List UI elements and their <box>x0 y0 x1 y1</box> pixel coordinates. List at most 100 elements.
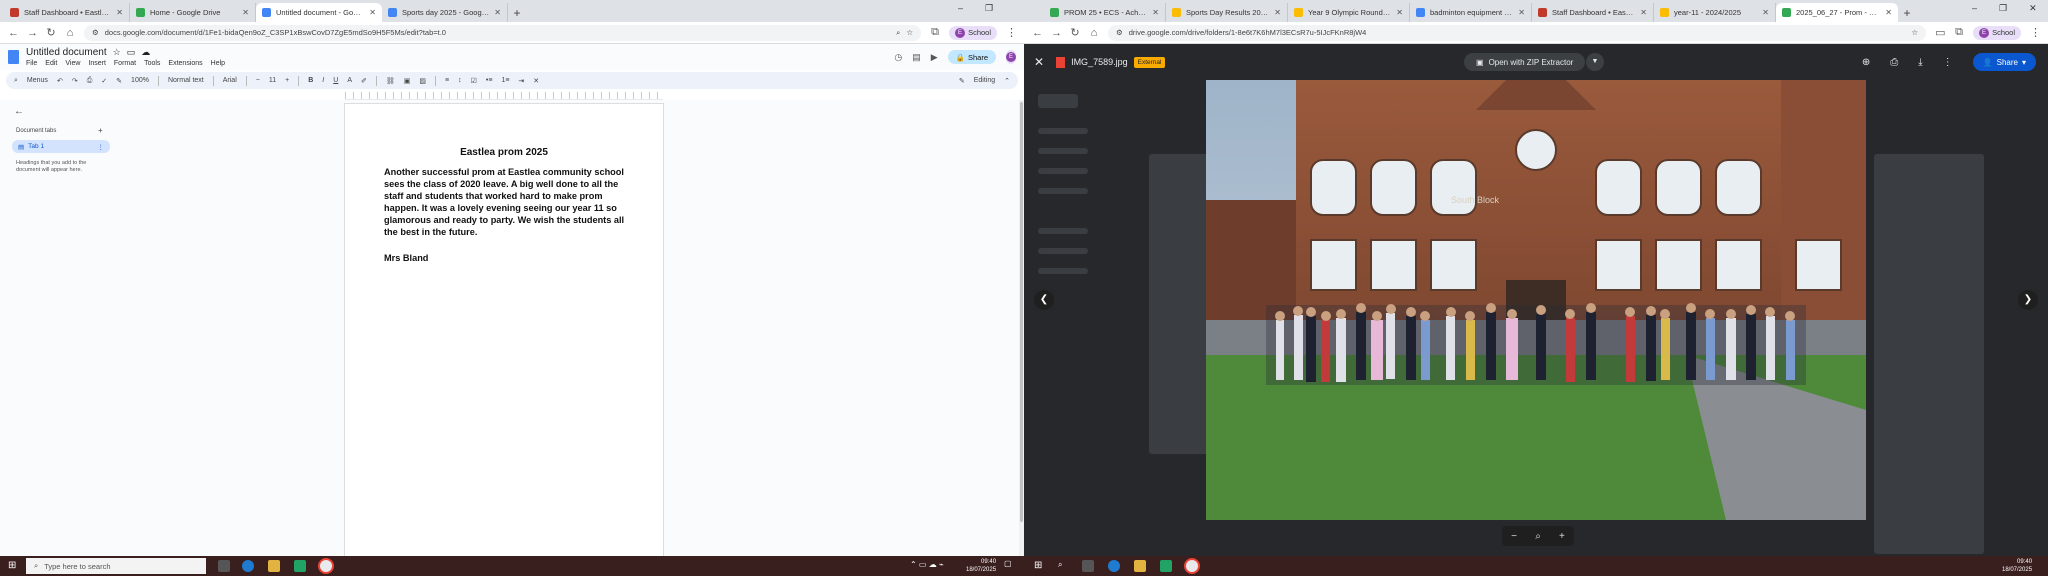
undo-icon[interactable]: ↶ <box>57 77 63 85</box>
new-tab-icon[interactable]: + <box>508 4 526 22</box>
line-spacing-icon[interactable]: ↕ <box>458 77 462 84</box>
edge-icon[interactable] <box>242 560 254 572</box>
move-folder-icon[interactable]: ▭ <box>127 47 136 58</box>
close-tab-icon[interactable]: ✕ <box>1762 8 1769 17</box>
align-icon[interactable]: ≡ <box>445 77 449 84</box>
url-field[interactable]: ⚙ docs.google.com/document/d/1Fe1-bidaQe… <box>84 24 922 41</box>
add-shortcut-icon[interactable]: ⊕ <box>1862 57 1870 68</box>
left-tab[interactable]: Staff Dashboard • Eastlea Comm ✕ <box>4 3 130 22</box>
menu-file[interactable]: File <box>26 60 37 67</box>
add-tab-icon[interactable]: + <box>98 126 103 135</box>
profile-chip[interactable]: E School <box>1973 25 2021 40</box>
clock-left[interactable]: 09:40 18/07/2025 <box>966 558 996 574</box>
extensions-icon[interactable]: ⧉ <box>930 26 940 39</box>
close-tab-icon[interactable]: ✕ <box>1152 8 1159 17</box>
forward-icon[interactable]: → <box>27 27 38 39</box>
new-tab-icon[interactable]: + <box>1898 4 1916 22</box>
back-icon[interactable]: ← <box>1032 27 1043 39</box>
close-tab-icon[interactable]: ✕ <box>1518 8 1525 17</box>
collapse-toolbar-icon[interactable]: ⌃ <box>1004 77 1010 85</box>
spellcheck-icon[interactable]: ✓ <box>101 77 107 85</box>
share-button[interactable]: 🔒 Share <box>947 50 996 64</box>
history-icon[interactable]: ◷ <box>894 52 902 63</box>
docs-avatar[interactable]: E <box>1006 50 1016 64</box>
scroll-thumb[interactable] <box>1020 102 1023 522</box>
right-tab[interactable]: badminton equipment - Googl ✕ <box>1410 3 1532 22</box>
close-tab-icon[interactable]: ✕ <box>1640 8 1647 17</box>
editing-mode-icon[interactable]: ✎ <box>959 77 965 85</box>
minimize-icon[interactable]: – <box>958 3 963 14</box>
next-file-button[interactable]: ❯ <box>2018 290 2038 310</box>
edge-icon[interactable] <box>1108 560 1120 572</box>
start-icon[interactable]: ⊞ <box>8 560 16 571</box>
redo-icon[interactable]: ↷ <box>72 77 78 85</box>
bookmark-star-icon[interactable]: ☆ <box>906 28 913 37</box>
reload-icon[interactable]: ↻ <box>46 26 56 39</box>
menu-tools[interactable]: Tools <box>144 60 160 67</box>
url-field[interactable]: ⚙ drive.google.com/drive/folders/1-8e6t7… <box>1108 24 1927 41</box>
profile-chip[interactable]: E School <box>949 25 997 40</box>
document-paragraph[interactable]: Another successful prom at Eastlea commu… <box>384 166 629 238</box>
search-icon[interactable]: ⌕ <box>896 28 900 38</box>
share-button[interactable]: 👤 Share ▾ <box>1972 53 2036 71</box>
right-tab[interactable]: PROM 25 • ECS - Achievement ✕ <box>1044 3 1166 22</box>
checklist-icon[interactable]: ☑ <box>471 77 477 85</box>
document-page[interactable]: Eastlea prom 2025 Another successful pro… <box>345 104 663 556</box>
clear-format-icon[interactable]: ✕ <box>533 77 539 85</box>
menu-insert[interactable]: Insert <box>88 60 106 67</box>
prom-group-photo[interactable]: South Block <box>1206 80 1866 520</box>
menu-edit[interactable]: Edit <box>45 60 57 67</box>
previous-file-button[interactable]: ❮ <box>1034 290 1054 310</box>
chrome-icon[interactable] <box>1186 560 1198 572</box>
minimize-icon[interactable]: – <box>1972 3 1977 14</box>
increase-size-icon[interactable]: + <box>285 77 289 84</box>
file-explorer-icon[interactable] <box>268 560 280 572</box>
close-tab-icon[interactable]: ✕ <box>116 8 123 17</box>
print-icon[interactable]: ⎙ <box>1890 57 1898 68</box>
meet-icon[interactable]: ▶ <box>931 52 938 63</box>
zoom-in-icon[interactable]: + <box>1559 531 1565 542</box>
highlight-icon[interactable]: ✐ <box>361 77 367 85</box>
right-tab[interactable]: Sports Day Results 2025 - Goo ✕ <box>1166 3 1288 22</box>
right-tab[interactable]: Year 9 Olympic Rounds Test 2 ✕ <box>1288 3 1410 22</box>
right-tab[interactable]: year-11 - 2024/2025 ✕ <box>1654 3 1776 22</box>
task-view-icon[interactable] <box>218 560 230 572</box>
open-with-button[interactable]: ▣ Open with ZIP Extractor <box>1464 53 1586 71</box>
bullet-list-icon[interactable]: •≡ <box>486 77 493 84</box>
menu-format[interactable]: Format <box>114 60 136 67</box>
zoom-reset-icon[interactable]: ⌕ <box>1535 531 1541 542</box>
maximize-icon[interactable]: ❐ <box>985 3 993 14</box>
style-select[interactable]: Normal text <box>168 77 204 84</box>
cast-icon[interactable]: ▭ <box>1935 26 1945 39</box>
close-tab-icon[interactable]: ✕ <box>369 8 376 17</box>
forward-icon[interactable]: → <box>1051 27 1062 39</box>
home-icon[interactable]: ⌂ <box>1089 27 1099 39</box>
more-actions-icon[interactable]: ⋮ <box>1943 57 1953 68</box>
close-tab-icon[interactable]: ✕ <box>1885 8 1892 17</box>
font-size-field[interactable]: 11 <box>269 77 276 84</box>
chrome-icon[interactable] <box>320 560 332 572</box>
search-icon[interactable]: ⌕ <box>1058 560 1062 570</box>
image-icon[interactable]: ▨ <box>419 77 426 85</box>
search-menus-label[interactable]: Menus <box>27 77 48 84</box>
left-tab[interactable]: Home - Google Drive ✕ <box>130 3 256 22</box>
clock-right[interactable]: 09:40 18/07/2025 <box>2002 558 2032 574</box>
menu-kebab-icon[interactable]: ⋮ <box>2030 26 2041 39</box>
taskbar-search-box[interactable]: ⌕ Type here to search <box>26 558 206 574</box>
indent-icon[interactable]: ⇥ <box>518 77 524 85</box>
left-tab-active[interactable]: Untitled document - Google D ✕ <box>256 3 382 22</box>
document-heading[interactable]: Eastlea prom 2025 <box>345 147 663 158</box>
download-icon[interactable]: ⤓ <box>1918 57 1922 68</box>
close-tab-icon[interactable]: ✕ <box>1274 8 1281 17</box>
menu-kebab-icon[interactable]: ⋮ <box>1006 26 1017 39</box>
bold-icon[interactable]: B <box>308 77 313 84</box>
underline-icon[interactable]: U <box>333 77 338 84</box>
menu-help[interactable]: Help <box>211 60 225 67</box>
maximize-icon[interactable]: ❐ <box>1999 3 2007 14</box>
site-info-icon[interactable]: ⚙ <box>1116 28 1123 37</box>
open-with-dropdown-icon[interactable]: ▼ <box>1586 53 1604 71</box>
notifications-icon[interactable]: ▢ <box>1004 559 1012 568</box>
tab-options-icon[interactable]: ⋮ <box>98 143 105 151</box>
right-tab[interactable]: Staff Dashboard • Eastlea Com ✕ <box>1532 3 1654 22</box>
menu-view[interactable]: View <box>65 60 80 67</box>
